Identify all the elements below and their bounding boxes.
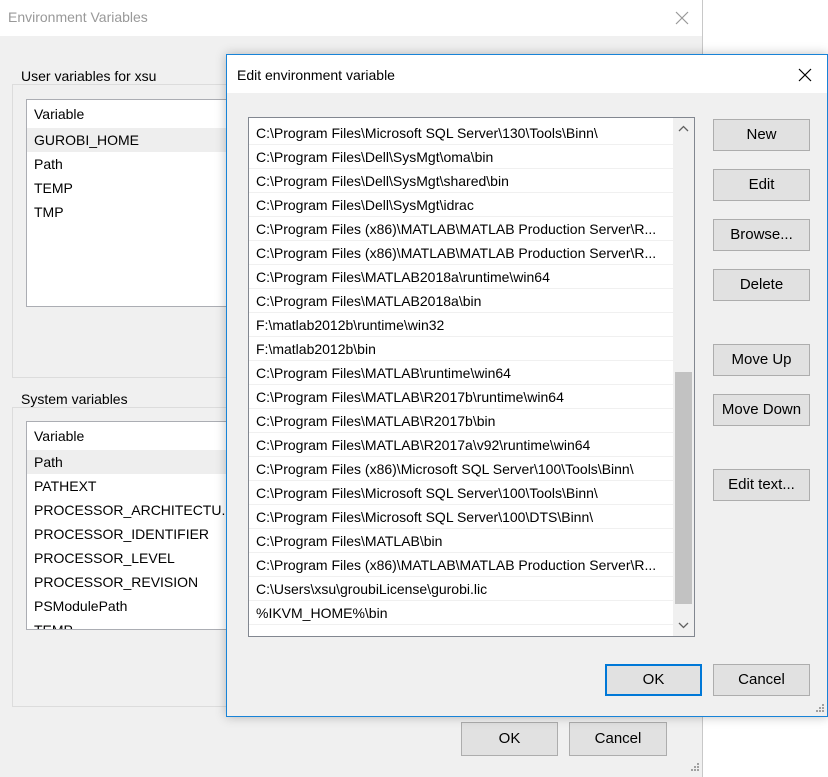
move-up-button[interactable]: Move Up xyxy=(713,344,810,376)
edit-text-button[interactable]: Edit text... xyxy=(713,469,810,501)
edit-environment-variable-dialog: Edit environment variable C:\Program Fil… xyxy=(226,54,828,717)
list-item[interactable]: C:\Program Files (x86)\MATLAB\MATLAB Pro… xyxy=(249,241,673,265)
list-item[interactable]: PSModulePath xyxy=(27,594,243,618)
user-variables-label: User variables for xsu xyxy=(20,68,158,84)
list-item[interactable]: %IKVM_HOME%\bin xyxy=(249,601,673,625)
scroll-down-arrow-icon[interactable] xyxy=(673,616,694,634)
cancel-button[interactable]: Cancel xyxy=(713,664,810,696)
close-icon[interactable] xyxy=(670,6,694,30)
list-item[interactable]: Path xyxy=(27,450,243,474)
resize-grip-icon[interactable] xyxy=(688,762,700,774)
user-variables-list[interactable]: Variable GUROBI_HOME Path TEMP TMP xyxy=(26,99,244,307)
list-item[interactable]: PATHEXT xyxy=(27,474,243,498)
list-item[interactable]: C:\Program Files\Microsoft SQL Server\10… xyxy=(249,481,673,505)
list-item[interactable]: TEMP xyxy=(27,618,243,629)
list-item[interactable]: C:\Program Files\MATLAB\R2017b\runtime\w… xyxy=(249,385,673,409)
list-item[interactable]: C:\Program Files\MATLAB2018a\bin xyxy=(249,289,673,313)
ok-button[interactable]: OK xyxy=(605,664,702,696)
list-item[interactable]: PROCESSOR_ARCHITECTU... xyxy=(27,498,243,522)
list-item[interactable]: F:\matlab2012b\runtime\win32 xyxy=(249,313,673,337)
list-item[interactable]: C:\Program Files\Dell\SysMgt\shared\bin xyxy=(249,169,673,193)
list-item[interactable]: PROCESSOR_LEVEL xyxy=(27,546,243,570)
scroll-up-arrow-icon[interactable] xyxy=(673,120,694,138)
system-variables-list[interactable]: Variable Path PATHEXT PROCESSOR_ARCHITEC… xyxy=(26,421,244,630)
delete-button[interactable]: Delete xyxy=(713,269,810,301)
path-entries-list[interactable]: C:\Program Files\Microsoft SQL Server\13… xyxy=(248,117,695,637)
list-item[interactable]: C:\Users\xsu\groubiLicense\gurobi.lic xyxy=(249,577,673,601)
list-item[interactable]: C:\Program Files\MATLAB\R2017a\v92\runti… xyxy=(249,433,673,457)
column-header-variable[interactable]: Variable xyxy=(34,106,84,122)
list-item[interactable]: PROCESSOR_IDENTIFIER xyxy=(27,522,243,546)
list-item[interactable]: F:\matlab2012b\bin xyxy=(249,337,673,361)
list-item[interactable]: GUROBI_HOME xyxy=(27,128,243,152)
list-item[interactable]: PROCESSOR_REVISION xyxy=(27,570,243,594)
list-item[interactable]: TEMP xyxy=(27,176,243,200)
browse-button[interactable]: Browse... xyxy=(713,219,810,251)
list-item[interactable]: C:\Program Files\MATLAB2018a\runtime\win… xyxy=(249,265,673,289)
list-item[interactable]: C:\Program Files\MATLAB\R2017b\bin xyxy=(249,409,673,433)
vertical-scrollbar[interactable] xyxy=(673,118,694,636)
list-item[interactable]: C:\Program Files (x86)\Microsoft SQL Ser… xyxy=(249,457,673,481)
ok-button[interactable]: OK xyxy=(461,722,558,756)
list-item[interactable]: C:\Program Files\Microsoft SQL Server\10… xyxy=(249,505,673,529)
system-variables-label: System variables xyxy=(20,391,129,407)
list-item[interactable]: Path xyxy=(27,152,243,176)
scrollbar-thumb[interactable] xyxy=(675,372,692,604)
list-item[interactable]: TMP xyxy=(27,200,243,224)
title-bar: Environment Variables xyxy=(0,0,702,36)
title-bar: Edit environment variable xyxy=(227,55,827,93)
move-down-button[interactable]: Move Down xyxy=(713,394,810,426)
list-item[interactable]: C:\Program Files\MATLAB\runtime\win64 xyxy=(249,361,673,385)
close-icon[interactable] xyxy=(793,63,817,87)
window-title: Environment Variables xyxy=(8,9,148,25)
dialog-title: Edit environment variable xyxy=(237,67,395,83)
list-item[interactable]: C:\Program Files\Dell\SysMgt\oma\bin xyxy=(249,145,673,169)
cancel-button[interactable]: Cancel xyxy=(569,722,667,756)
list-item[interactable]: C:\Program Files (x86)\MATLAB\MATLAB Pro… xyxy=(249,217,673,241)
list-item[interactable]: C:\Program Files\Dell\SysMgt\idrac xyxy=(249,193,673,217)
resize-grip-icon[interactable] xyxy=(813,703,825,715)
edit-button[interactable]: Edit xyxy=(713,169,810,201)
new-button[interactable]: New xyxy=(713,119,810,151)
list-item[interactable]: C:\Program Files (x86)\MATLAB\MATLAB Pro… xyxy=(249,553,673,577)
list-item[interactable]: C:\Program Files\MATLAB\bin xyxy=(249,529,673,553)
list-item[interactable]: C:\Program Files\Microsoft SQL Server\13… xyxy=(249,121,673,145)
column-header-variable[interactable]: Variable xyxy=(34,428,84,444)
